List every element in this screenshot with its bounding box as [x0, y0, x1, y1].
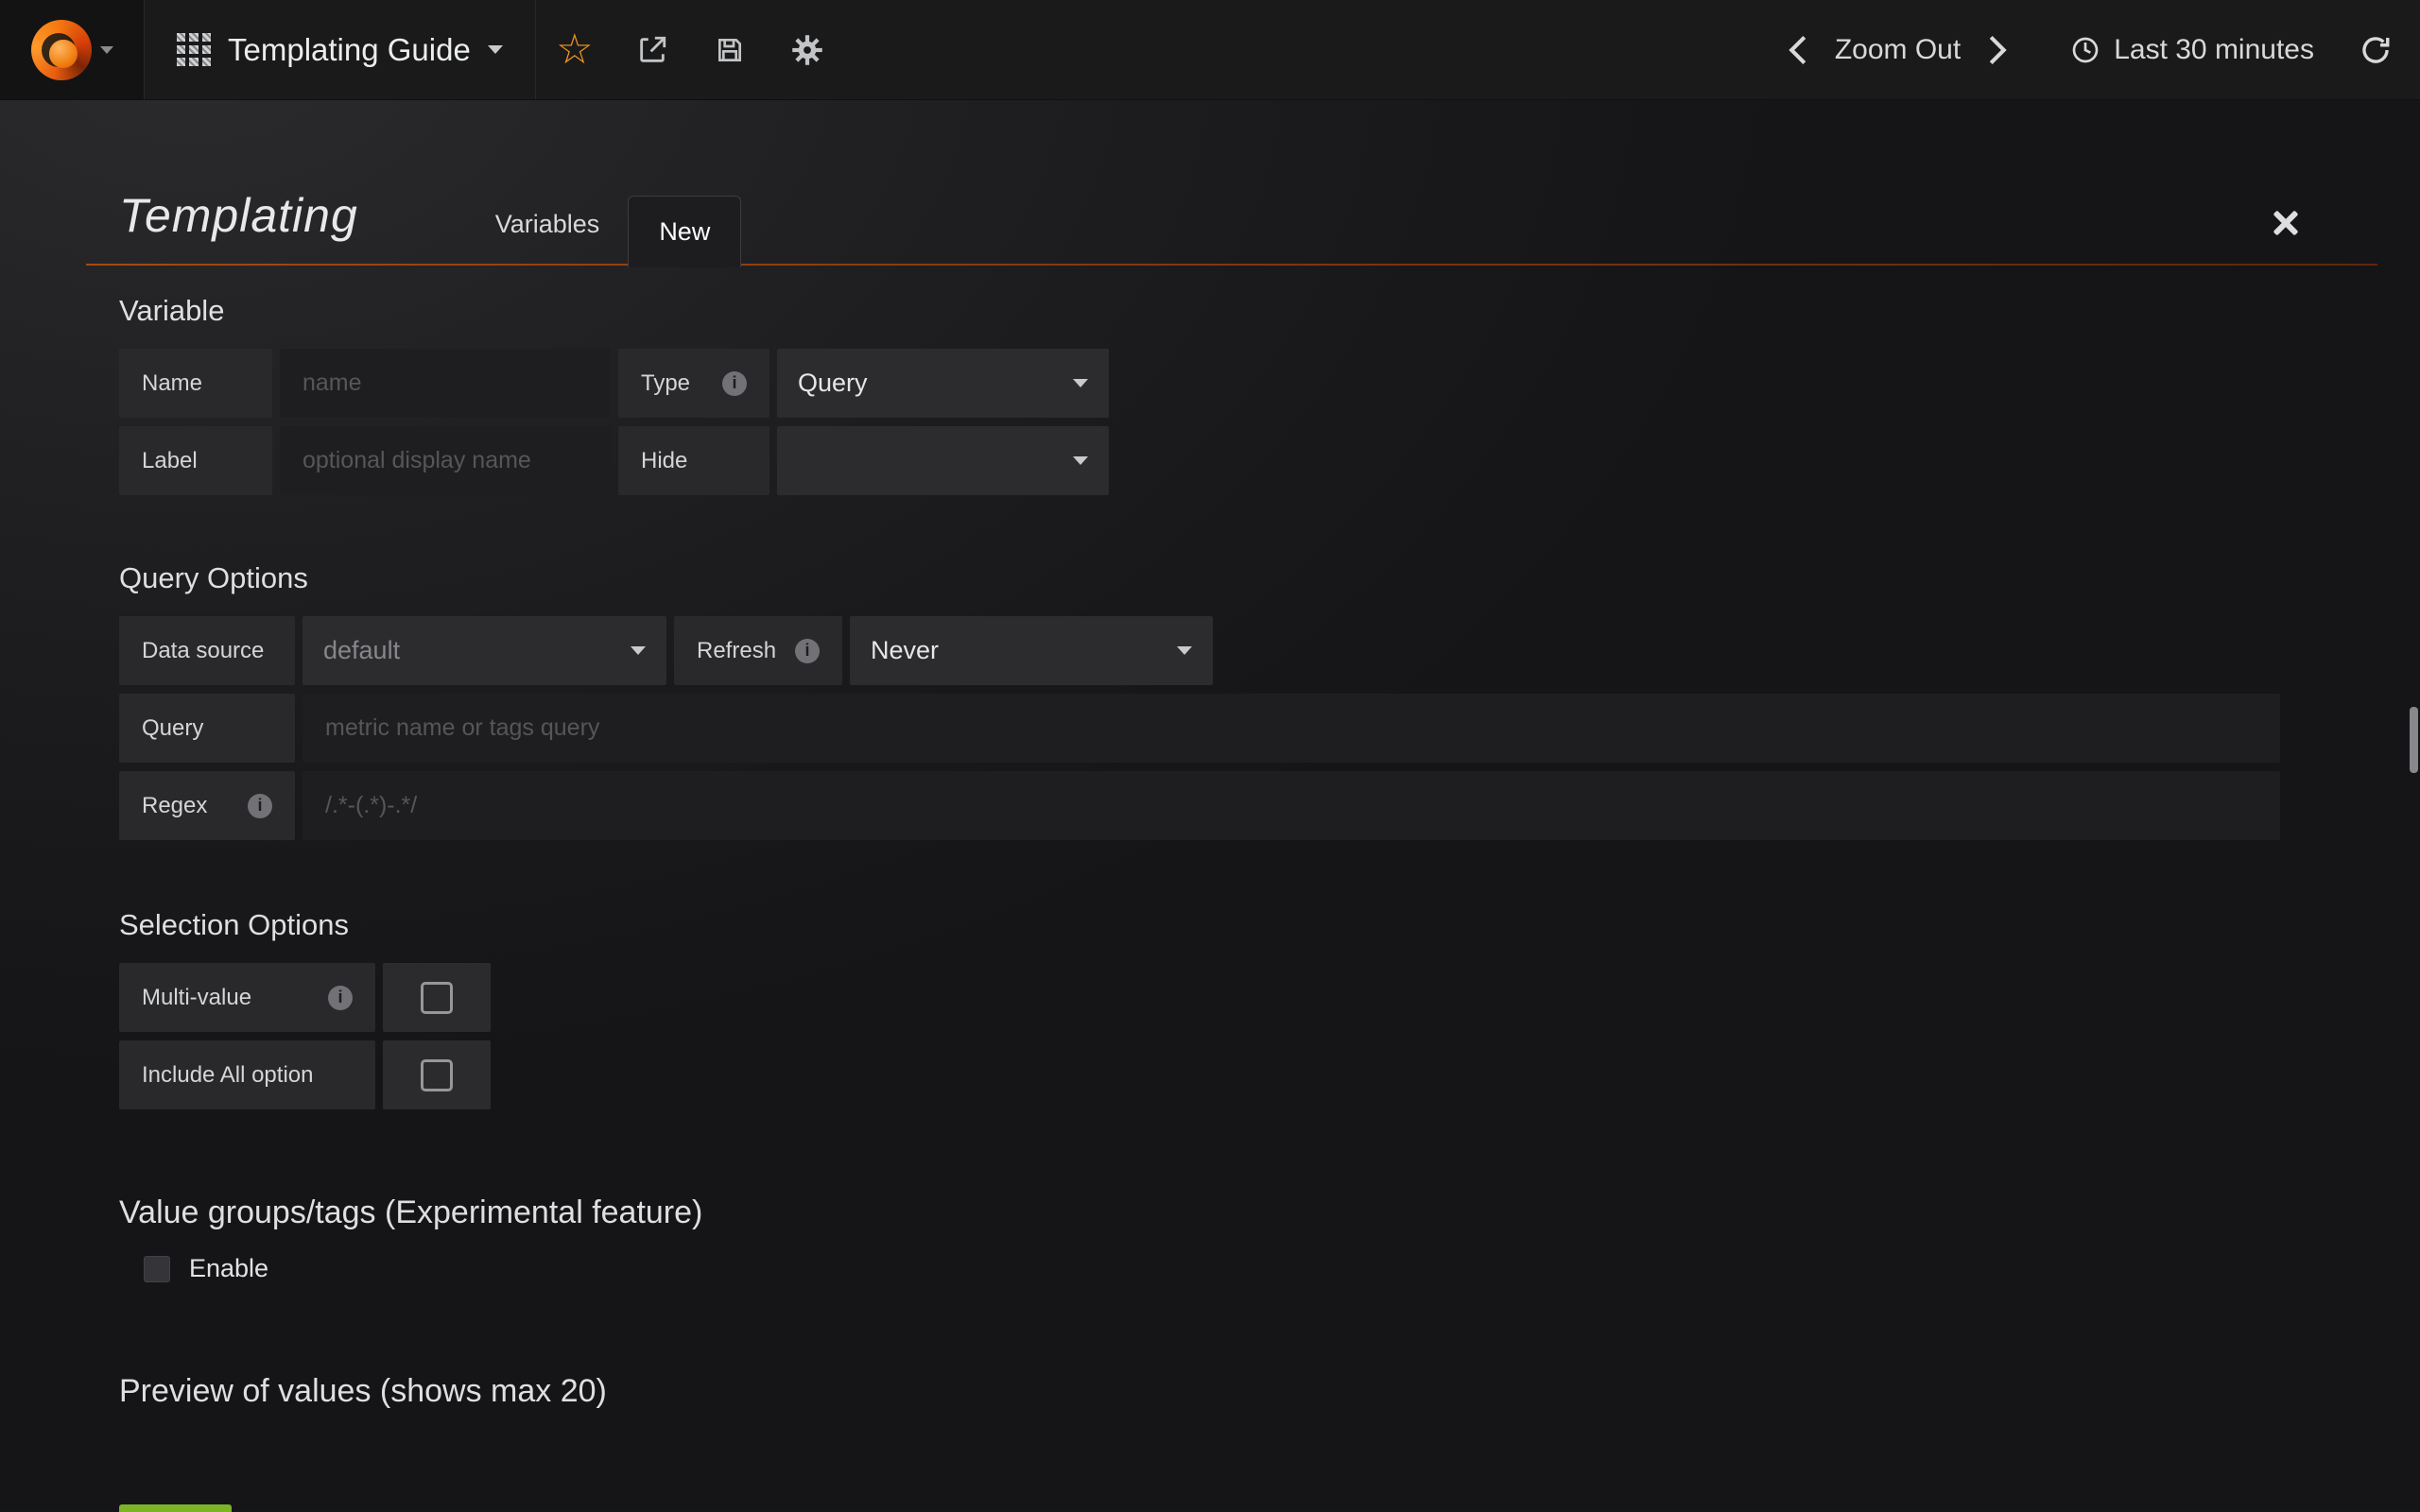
regex-input[interactable]: [302, 771, 2280, 840]
chevron-down-icon: [488, 45, 503, 54]
regex-label: Regex: [119, 771, 295, 840]
query-label: Query: [119, 694, 295, 763]
chevron-down-icon: [631, 646, 646, 655]
info-icon[interactable]: [795, 639, 820, 663]
query-input[interactable]: [302, 694, 2280, 763]
dashboard-title: Templating Guide: [228, 32, 471, 68]
gear-icon: [790, 33, 824, 67]
section-selection-options: Selection Options Multi-value Include Al…: [86, 908, 2377, 1109]
multi-value-row: Multi-value: [119, 963, 2377, 1032]
refresh-dropdown[interactable]: Never: [850, 616, 1213, 685]
star-icon: ☆: [556, 29, 593, 71]
chevron-down-icon: [1073, 379, 1088, 387]
share-button[interactable]: [614, 0, 691, 99]
multi-value-checkbox-cell: [383, 963, 491, 1032]
tab-variables[interactable]: Variables: [467, 210, 629, 266]
section-heading-preview: Preview of values (shows max 20): [119, 1373, 2377, 1410]
page-title: Templating: [86, 188, 358, 266]
info-icon[interactable]: [328, 986, 353, 1010]
chevron-down-icon: [1177, 646, 1192, 655]
info-icon[interactable]: [248, 794, 272, 818]
clock-icon: [2070, 35, 2100, 65]
dashboard-body: Templating Variables New Variable Name T…: [0, 100, 2420, 1511]
tab-underline: [86, 264, 2377, 266]
time-range-button[interactable]: Last 30 minutes: [2070, 34, 2314, 66]
chevron-right-icon: [1987, 34, 2008, 66]
include-all-row: Include All option: [119, 1040, 2377, 1109]
zoom-out-button[interactable]: Zoom Out: [1831, 34, 1964, 66]
variable-name-row: Name Type Query: [119, 349, 2377, 418]
section-heading-query-options: Query Options: [119, 561, 2377, 595]
hide-label: Hide: [618, 426, 769, 495]
editor-header: Templating Variables New: [86, 100, 2377, 266]
datasource-label: Data source: [119, 616, 295, 685]
refresh-label: Refresh: [674, 616, 842, 685]
time-shift-back-button[interactable]: [1765, 34, 1831, 66]
navbar: Templating Guide ☆ Zoom Out Last 30 minu…: [0, 0, 2420, 100]
scrollbar-thumb[interactable]: [2410, 707, 2418, 773]
section-variable: Variable Name Type Query Label Hide: [86, 294, 2377, 495]
info-icon[interactable]: [722, 371, 747, 396]
refresh-icon: [2360, 34, 2392, 66]
save-icon: [715, 35, 745, 65]
multi-value-label-text: Multi-value: [142, 985, 251, 1011]
enable-label: Enable: [189, 1254, 268, 1283]
chevron-down-icon: [1073, 456, 1088, 465]
name-input[interactable]: [280, 349, 611, 418]
datasource-dropdown-value: default: [323, 636, 400, 665]
type-dropdown-value: Query: [798, 369, 868, 398]
enable-row: Enable: [119, 1254, 2377, 1283]
refresh-button[interactable]: [2360, 34, 2392, 66]
time-controls: Zoom Out Last 30 minutes: [1765, 0, 2420, 99]
grafana-logo-icon: [31, 20, 92, 80]
navbar-actions: ☆: [536, 0, 846, 99]
chevron-down-icon: [100, 46, 113, 54]
save-button[interactable]: [691, 0, 769, 99]
settings-button[interactable]: [769, 0, 846, 99]
regex-label-text: Regex: [142, 793, 207, 819]
regex-row: Regex: [119, 771, 2377, 840]
name-label: Name: [119, 349, 272, 418]
include-all-label: Include All option: [119, 1040, 375, 1109]
section-heading-variable: Variable: [119, 294, 2377, 328]
dashboard-grid-icon: [177, 33, 211, 67]
editor-tabs: Variables New: [467, 196, 742, 266]
section-value-groups: Value groups/tags (Experimental feature)…: [86, 1194, 2377, 1283]
time-range-label: Last 30 minutes: [2114, 34, 2314, 66]
include-all-checkbox-cell: [383, 1040, 491, 1109]
star-button[interactable]: ☆: [536, 0, 614, 99]
multi-value-checkbox[interactable]: [421, 982, 453, 1014]
share-icon: [636, 34, 668, 66]
hide-dropdown[interactable]: [777, 426, 1109, 495]
label-input[interactable]: [280, 426, 611, 495]
type-label-text: Type: [641, 370, 690, 397]
close-icon[interactable]: [2272, 209, 2300, 237]
refresh-dropdown-value: Never: [871, 636, 939, 665]
templating-editor: Templating Variables New Variable Name T…: [86, 100, 2377, 1512]
chevron-left-icon: [1788, 34, 1808, 66]
type-dropdown[interactable]: Query: [777, 349, 1109, 418]
grafana-menu-button[interactable]: [0, 0, 144, 99]
refresh-label-text: Refresh: [697, 638, 776, 664]
dashboard-title-button[interactable]: Templating Guide: [145, 0, 535, 99]
section-heading-selection-options: Selection Options: [119, 908, 2377, 942]
datasource-dropdown[interactable]: default: [302, 616, 666, 685]
section-heading-value-groups: Value groups/tags (Experimental feature): [119, 1194, 2377, 1231]
include-all-checkbox[interactable]: [421, 1059, 453, 1091]
add-button[interactable]: Add: [119, 1504, 232, 1512]
datasource-row: Data source default Refresh Never: [119, 616, 2377, 685]
type-label: Type: [618, 349, 769, 418]
tab-new[interactable]: New: [628, 196, 741, 267]
section-query-options: Query Options Data source default Refres…: [86, 561, 2377, 840]
time-shift-forward-button[interactable]: [1964, 34, 2031, 66]
multi-value-label: Multi-value: [119, 963, 375, 1032]
enable-checkbox[interactable]: [144, 1256, 170, 1282]
label-label: Label: [119, 426, 272, 495]
query-row: Query: [119, 694, 2377, 763]
section-preview: Preview of values (shows max 20): [86, 1373, 2377, 1410]
variable-label-row: Label Hide: [119, 426, 2377, 495]
